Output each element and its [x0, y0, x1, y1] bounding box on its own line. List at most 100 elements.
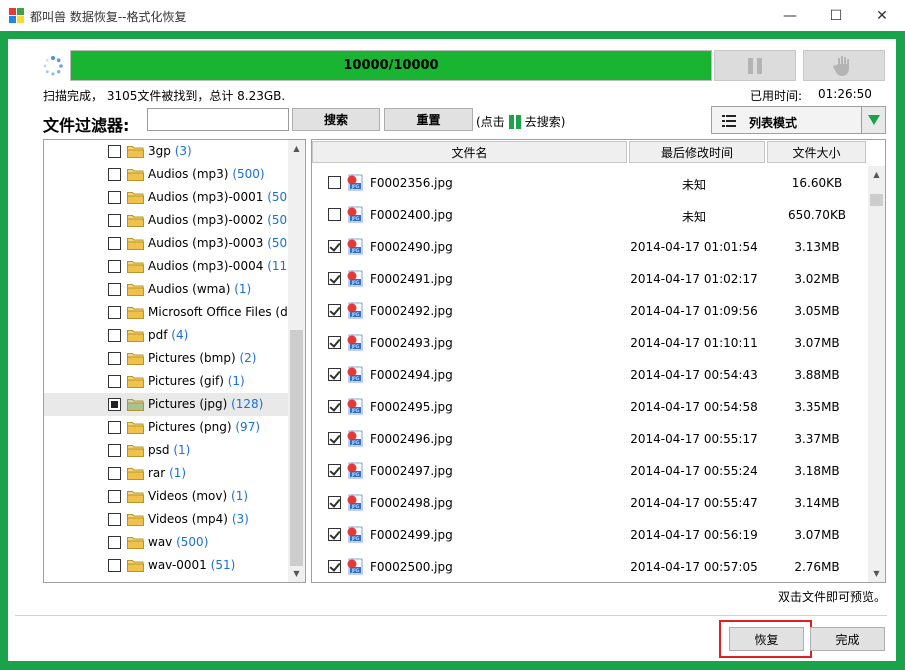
- tree-item-name: wav-0001: [148, 558, 207, 572]
- file-modified: 未知: [681, 178, 706, 192]
- file-row[interactable]: JPG F0002497.jpg 2014-04-17 00:55:24 3.18MB: [312, 455, 868, 487]
- tree-item[interactable]: Audios (mp3)-0001 (500: [44, 186, 288, 209]
- file-row[interactable]: JPG F0002495.jpg 2014-04-17 00:54:58 3.35MB: [312, 391, 868, 423]
- file-list[interactable]: 文件名 最后修改时间 文件大小 JPG F0002356.jpg 未知 16.60KB…: [311, 139, 886, 583]
- tree-scroll-thumb[interactable]: [290, 330, 303, 566]
- list-scroll-thumb[interactable]: [870, 194, 883, 206]
- list-scrollbar[interactable]: ▲ ▼: [868, 166, 885, 582]
- tree-item[interactable]: Microsoft Office Files (d: [44, 301, 288, 324]
- file-row-checkbox[interactable]: [328, 496, 341, 509]
- maximize-button[interactable]: ☐: [813, 0, 859, 31]
- tree-item-checkbox[interactable]: [108, 145, 121, 158]
- tree-item[interactable]: Pictures (bmp) (2): [44, 347, 288, 370]
- stop-button[interactable]: [803, 50, 885, 81]
- list-scroll-up[interactable]: ▲: [868, 166, 885, 183]
- tree-item-checkbox[interactable]: [108, 513, 121, 526]
- tree-item-checkbox[interactable]: [108, 306, 121, 319]
- tree-item[interactable]: psd (1): [44, 439, 288, 462]
- tree-item-checkbox[interactable]: [108, 329, 121, 342]
- tree-scroll-down[interactable]: ▼: [288, 565, 305, 582]
- tree-item[interactable]: Audios (wma) (1): [44, 278, 288, 301]
- list-scroll-down[interactable]: ▼: [868, 565, 885, 582]
- tree-item-checkbox[interactable]: [108, 375, 121, 388]
- tree-item[interactable]: wav (500): [44, 531, 288, 554]
- tree-item-checkbox[interactable]: [108, 559, 121, 572]
- tree-item-checkbox[interactable]: [108, 168, 121, 181]
- tree-item[interactable]: Pictures (png) (97): [44, 416, 288, 439]
- tree-item-checkbox[interactable]: [108, 237, 121, 250]
- file-row-checkbox[interactable]: [328, 368, 341, 381]
- tree-item-checkbox[interactable]: [108, 260, 121, 273]
- file-row-checkbox[interactable]: [328, 240, 341, 253]
- file-row[interactable]: JPG F0002494.jpg 2014-04-17 00:54:43 3.88MB: [312, 359, 868, 391]
- file-row[interactable]: JPG F0002491.jpg 2014-04-17 01:02:17 3.02MB: [312, 263, 868, 295]
- tree-item[interactable]: wav-0001 (51): [44, 554, 288, 577]
- tree-item[interactable]: Audios (mp3) (500): [44, 163, 288, 186]
- filter-input[interactable]: [147, 108, 289, 131]
- file-row-checkbox[interactable]: [328, 464, 341, 477]
- tree-item[interactable]: rar (1): [44, 462, 288, 485]
- file-row[interactable]: JPG F0002400.jpg 未知 650.70KB: [312, 199, 868, 231]
- column-header-filename[interactable]: 文件名: [312, 141, 627, 163]
- file-row[interactable]: JPG F0002490.jpg 2014-04-17 01:01:54 3.13MB: [312, 231, 868, 263]
- tree-item-checkbox[interactable]: [108, 421, 121, 434]
- file-row[interactable]: JPG F0002492.jpg 2014-04-17 01:09:56 3.05MB: [312, 295, 868, 327]
- tree-item[interactable]: pdf (4): [44, 324, 288, 347]
- tree-item[interactable]: Videos (mov) (1): [44, 485, 288, 508]
- tree-item-checkbox[interactable]: [108, 536, 121, 549]
- search-hint-suffix: 去搜索): [524, 115, 566, 129]
- tree-item-checkbox[interactable]: [108, 490, 121, 503]
- file-row[interactable]: JPG F0002499.jpg 2014-04-17 00:56:19 3.07MB: [312, 519, 868, 551]
- file-row-checkbox[interactable]: [328, 304, 341, 317]
- file-row-checkbox[interactable]: [328, 336, 341, 349]
- file-row-checkbox[interactable]: [328, 528, 341, 541]
- tree-item-checkbox[interactable]: [108, 214, 121, 227]
- column-header-modified[interactable]: 最后修改时间: [629, 141, 765, 163]
- tree-item[interactable]: Audios (mp3)-0003 (500: [44, 232, 288, 255]
- view-mode-dropdown-arrow[interactable]: [861, 107, 885, 133]
- view-mode-select[interactable]: 列表模式: [711, 106, 886, 134]
- file-row-checkbox[interactable]: [328, 432, 341, 445]
- tree-item-checkbox[interactable]: [108, 444, 121, 457]
- tree-item[interactable]: Audios (mp3)-0002 (500: [44, 209, 288, 232]
- file-name: F0002495.jpg: [370, 400, 453, 414]
- folder-icon: [127, 537, 144, 549]
- tree-item[interactable]: Pictures (jpg) (128): [44, 393, 288, 416]
- file-row[interactable]: JPG F0002496.jpg 2014-04-17 00:55:17 3.37MB: [312, 423, 868, 455]
- tree-item-checkbox[interactable]: [108, 283, 121, 296]
- file-row[interactable]: JPG F0002356.jpg 未知 16.60KB: [312, 167, 868, 199]
- title-bar[interactable]: 都叫兽 数据恢复--格式化恢复 — ☐ ✕: [0, 0, 905, 31]
- column-header-size[interactable]: 文件大小: [767, 141, 866, 163]
- pause-button[interactable]: [714, 50, 796, 81]
- tree-item-checkbox[interactable]: [108, 191, 121, 204]
- file-row[interactable]: JPG F0002500.jpg 2014-04-17 00:57:05 2.76MB: [312, 551, 868, 582]
- reset-button[interactable]: 重置: [384, 108, 473, 131]
- tree-item[interactable]: 3gp (3): [44, 140, 288, 163]
- tree-item-label: Pictures (bmp) (2): [148, 351, 256, 365]
- triangle-down-icon: [867, 115, 880, 125]
- file-row[interactable]: JPG F0002493.jpg 2014-04-17 01:10:11 3.07MB: [312, 327, 868, 359]
- file-row-checkbox[interactable]: [328, 176, 341, 189]
- close-button[interactable]: ✕: [859, 0, 905, 31]
- search-button[interactable]: 搜索: [292, 108, 380, 131]
- tree-scrollbar[interactable]: ▲ ▼: [288, 140, 305, 582]
- tree-scroll-up[interactable]: ▲: [288, 140, 305, 157]
- tree-item-checkbox[interactable]: [108, 398, 121, 411]
- file-row-checkbox[interactable]: [328, 272, 341, 285]
- file-row-checkbox[interactable]: [328, 400, 341, 413]
- tree-item-checkbox[interactable]: [108, 352, 121, 365]
- minimize-button[interactable]: —: [767, 0, 813, 31]
- tree-item[interactable]: Pictures (gif) (1): [44, 370, 288, 393]
- recover-button[interactable]: 恢复: [729, 627, 804, 651]
- file-type-tree[interactable]: 3gp (3) Audios (mp3) (500) Audios (mp3)-00…: [43, 139, 306, 583]
- finish-button[interactable]: 完成: [810, 627, 885, 651]
- tree-item[interactable]: Audios (mp3)-0004 (112: [44, 255, 288, 278]
- tree-item-name: Pictures (bmp): [148, 351, 236, 365]
- file-row-checkbox[interactable]: [328, 560, 341, 573]
- svg-text:JPG: JPG: [351, 472, 360, 478]
- jpg-file-icon: JPG: [347, 334, 363, 351]
- file-row-checkbox[interactable]: [328, 208, 341, 221]
- tree-item-checkbox[interactable]: [108, 467, 121, 480]
- file-row[interactable]: JPG F0002498.jpg 2014-04-17 00:55:47 3.14MB: [312, 487, 868, 519]
- tree-item[interactable]: Videos (mp4) (3): [44, 508, 288, 531]
